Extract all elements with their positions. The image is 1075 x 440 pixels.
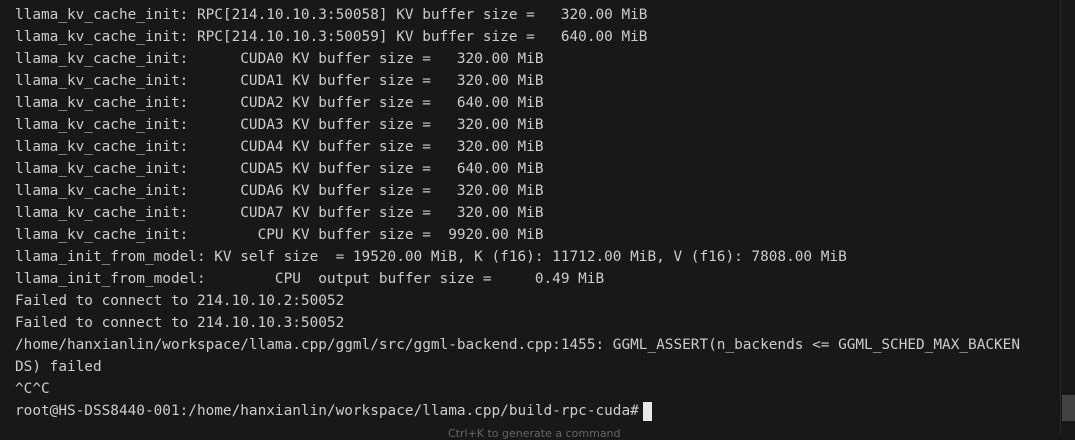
scrollbar-thumb[interactable] <box>1062 395 1075 421</box>
terminal-output[interactable]: llama_kv_cache_init: RPC[214.10.10.3:500… <box>0 0 1060 434</box>
shell-prompt: root@HS-DSS8440-001:/home/hanxianlin/wor… <box>15 403 639 419</box>
terminal-line: llama_init_from_model: KV self size = 19… <box>15 249 847 265</box>
terminal-line: llama_kv_cache_init: RPC[214.10.10.3:500… <box>15 7 648 23</box>
terminal-line: /home/hanxianlin/workspace/llama.cpp/ggm… <box>15 337 1021 353</box>
terminal-prompt-line[interactable]: root@HS-DSS8440-001:/home/hanxianlin/wor… <box>15 400 1060 422</box>
text-cursor <box>642 401 652 421</box>
terminal-line: Failed to connect to 214.10.10.3:50052 <box>15 315 345 331</box>
terminal-line: llama_kv_cache_init: CUDA4 KV buffer siz… <box>15 139 544 155</box>
terminal-line: llama_init_from_model: CPU output buffer… <box>15 271 605 287</box>
terminal-line: llama_kv_cache_init: CUDA0 KV buffer siz… <box>15 51 544 67</box>
terminal-line: DS) failed <box>15 359 102 375</box>
terminal-line: llama_kv_cache_init: CUDA7 KV buffer siz… <box>15 205 544 221</box>
terminal-line: llama_kv_cache_init: CPU KV buffer size … <box>15 227 544 243</box>
terminal-line: Failed to connect to 214.10.10.2:50052 <box>15 293 345 309</box>
generate-command-hint: Ctrl+K to generate a command <box>448 427 621 440</box>
terminal-line: ^C^C <box>15 381 50 397</box>
terminal-line: llama_kv_cache_init: CUDA5 KV buffer siz… <box>15 161 544 177</box>
vertical-scrollbar[interactable] <box>1060 0 1075 434</box>
terminal-line: llama_kv_cache_init: CUDA6 KV buffer siz… <box>15 183 544 199</box>
terminal-line: llama_kv_cache_init: CUDA1 KV buffer siz… <box>15 73 544 89</box>
terminal-line: llama_kv_cache_init: RPC[214.10.10.3:500… <box>15 29 648 45</box>
terminal-line: llama_kv_cache_init: CUDA3 KV buffer siz… <box>15 117 544 133</box>
terminal-line: llama_kv_cache_init: CUDA2 KV buffer siz… <box>15 95 544 111</box>
